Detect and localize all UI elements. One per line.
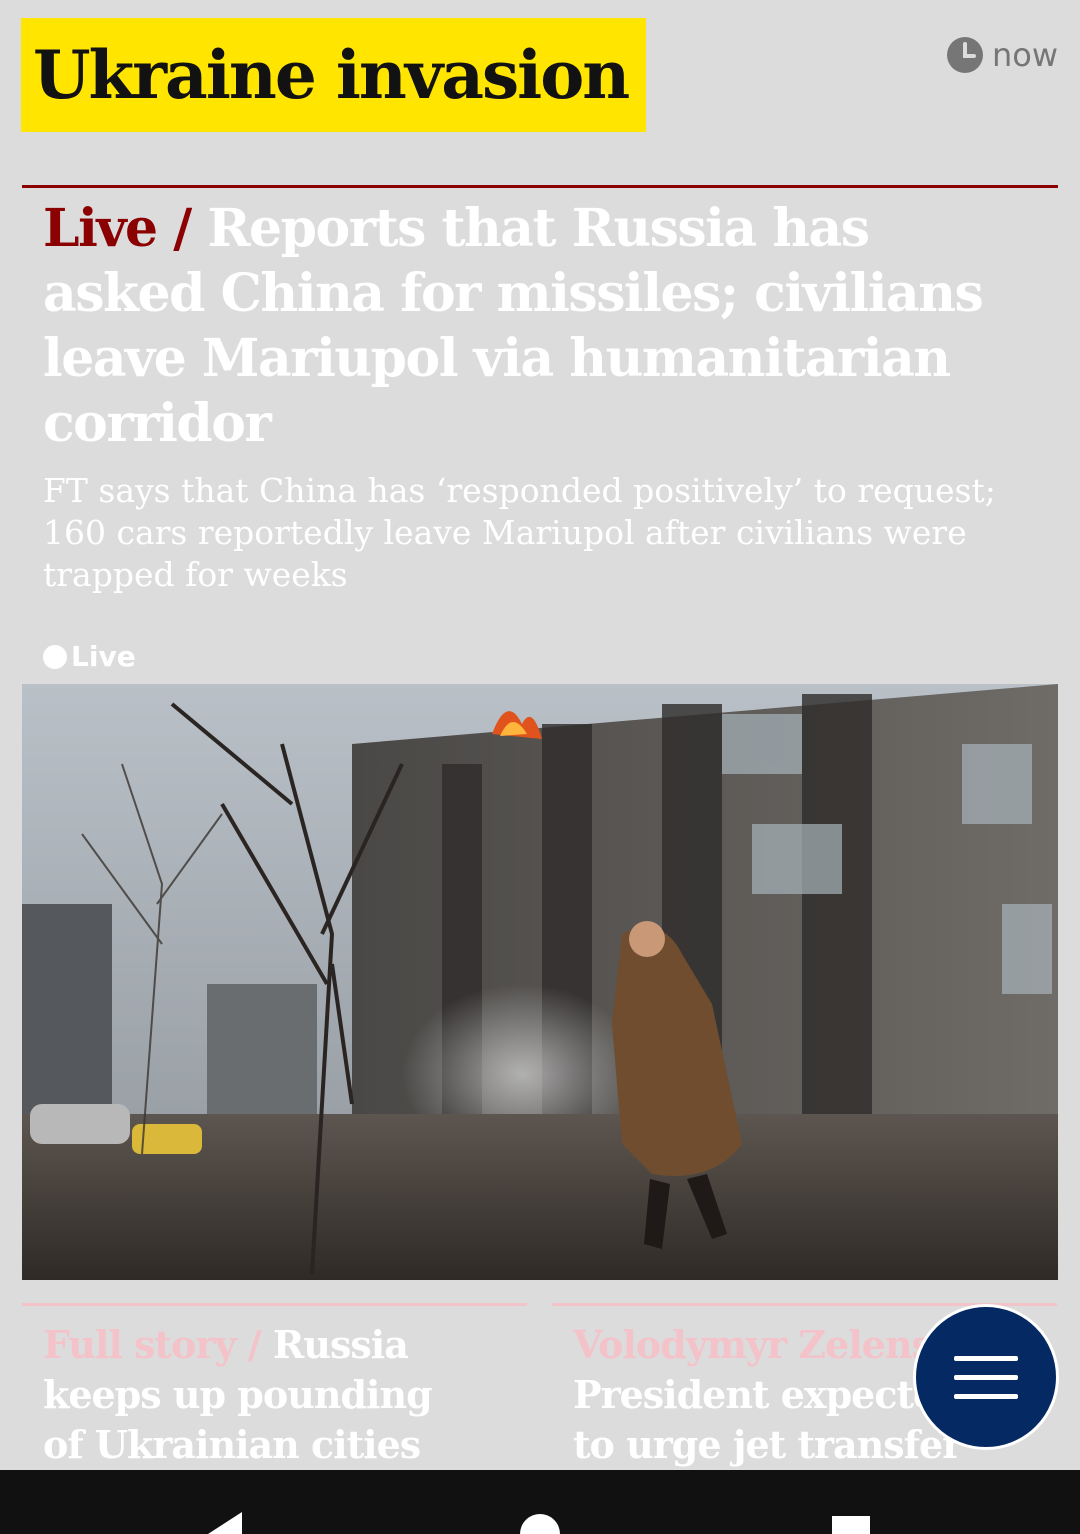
home-icon[interactable] <box>480 1470 600 1534</box>
card-kicker: Full story / <box>43 1322 262 1367</box>
hero-photo[interactable] <box>22 684 1058 1280</box>
system-navigation-bar <box>0 1470 1080 1534</box>
live-badge: Live <box>43 640 136 673</box>
menu-button[interactable] <box>913 1304 1059 1450</box>
clock-icon <box>946 37 983 73</box>
timestamp-label: now <box>991 36 1058 74</box>
topic-label: Ukraine invasion <box>33 36 630 114</box>
timestamp: now <box>946 36 1058 74</box>
menu-icon-bar <box>954 1393 1018 1399</box>
standfirst: FT says that China has ‘responded positi… <box>43 471 996 594</box>
headline-divider <box>22 185 1058 188</box>
menu-icon-bar <box>954 1355 1018 1361</box>
recents-icon[interactable] <box>790 1470 910 1534</box>
menu-icon-bar <box>954 1374 1018 1380</box>
live-label: Live <box>71 640 136 673</box>
live-dot-icon <box>43 644 67 669</box>
back-icon[interactable] <box>170 1470 290 1534</box>
headline-link[interactable]: Live / Reports that Russia has asked Chi… <box>43 196 1043 456</box>
topic-tag[interactable]: Ukraine invasion <box>21 18 646 132</box>
headline-kicker: Live / <box>43 198 192 259</box>
hero-photo-illustration <box>22 684 1058 1280</box>
